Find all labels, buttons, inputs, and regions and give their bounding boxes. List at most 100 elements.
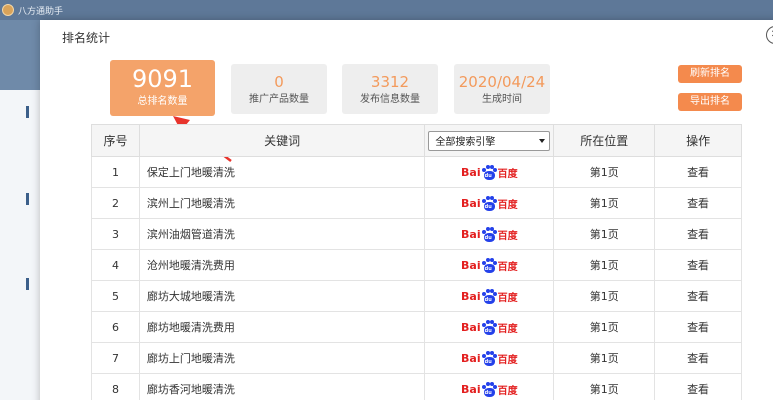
stat-published-info: 3312 发布信息数量 — [342, 64, 438, 114]
row-index: 3 — [91, 218, 140, 250]
baidu-logo-text: Bai — [461, 227, 481, 241]
baidu-paw-icon: du — [481, 257, 497, 273]
baidu-logo-text: Bai — [461, 165, 481, 179]
row-keyword: 保定上门地暖清洗 — [138, 156, 426, 188]
search-engine-select[interactable]: 全部搜索引擎 — [428, 130, 551, 151]
baidu-logo-cn: 百度 — [497, 292, 518, 304]
row-engine: Bai du 百度 — [424, 342, 555, 374]
stat-label: 推广产品数量 — [249, 94, 309, 105]
table-row: 6 廊坊地暖清洗费用 Bai du 百度 第1页 查看 — [91, 311, 742, 343]
row-index: 6 — [91, 311, 140, 343]
sidebar-marker — [26, 193, 29, 205]
baidu-paw-icon: du — [481, 195, 497, 211]
row-engine: Bai du 百度 — [424, 311, 555, 343]
header-index: 序号 — [91, 124, 140, 157]
row-view-link[interactable]: 查看 — [654, 187, 742, 219]
baidu-paw-text: du — [484, 296, 492, 303]
table-body: 1 保定上门地暖清洗 Bai du 百度 第1页 查看 2 滨州上门地暖清洗 B… — [91, 156, 742, 400]
baidu-logo-icon: Bai du 百度 — [461, 164, 518, 180]
app-title: 八方通助手 — [18, 6, 64, 17]
baidu-logo-icon: Bai du 百度 — [461, 195, 518, 211]
row-position: 第1页 — [553, 280, 656, 312]
ranking-table: 序号 关键词 全部搜索引擎 所在位置 操作 1 保定上门地暖清洗 Bai du … — [91, 124, 742, 400]
table-row: 4 沧州地暖清洗费用 Bai du 百度 第1页 查看 — [91, 249, 742, 281]
close-icon[interactable]: ✕ — [766, 26, 773, 44]
row-position: 第1页 — [553, 373, 656, 400]
baidu-paw-text: du — [484, 203, 492, 210]
table-row: 2 滨州上门地暖清洗 Bai du 百度 第1页 查看 — [91, 187, 742, 219]
baidu-paw-icon: du — [481, 288, 497, 304]
header-keyword: 关键词 — [138, 124, 426, 157]
row-position: 第1页 — [553, 311, 656, 343]
baidu-logo-cn: 百度 — [497, 385, 518, 397]
row-engine: Bai du 百度 — [424, 280, 555, 312]
stat-value: 3312 — [370, 73, 410, 91]
baidu-logo-icon: Bai du 百度 — [461, 381, 518, 397]
baidu-logo-icon: Bai du 百度 — [461, 257, 518, 273]
baidu-logo-text: Bai — [461, 351, 481, 365]
row-engine: Bai du 百度 — [424, 249, 555, 281]
app-sidebar — [0, 90, 40, 400]
baidu-logo-text: Bai — [461, 320, 481, 334]
chevron-down-icon — [539, 138, 546, 143]
row-view-link[interactable]: 查看 — [654, 280, 742, 312]
baidu-logo-text: Bai — [461, 382, 481, 396]
app-logo-icon — [2, 4, 14, 16]
baidu-paw-icon: du — [481, 164, 497, 180]
baidu-paw-icon: du — [481, 350, 497, 366]
ranking-stats-dialog: 排名统计 ✕ 9091 总排名数量 0 推广产品数量 3312 发布信息数量 2… — [40, 20, 773, 400]
row-keyword: 廊坊香河地暖清洗 — [138, 373, 426, 400]
row-view-link[interactable]: 查看 — [654, 373, 742, 400]
row-view-link[interactable]: 查看 — [654, 218, 742, 250]
baidu-paw-icon: du — [481, 381, 497, 397]
stat-value: 2020/04/24 — [458, 73, 546, 91]
stat-value: 0 — [274, 73, 284, 91]
baidu-logo-cn: 百度 — [497, 199, 518, 211]
baidu-logo-icon: Bai du 百度 — [461, 350, 518, 366]
stat-generated-time: 2020/04/24 生成时间 — [454, 64, 550, 114]
row-view-link[interactable]: 查看 — [654, 342, 742, 374]
baidu-logo-cn: 百度 — [497, 323, 518, 335]
refresh-ranking-button[interactable]: 刷新排名 — [678, 65, 742, 83]
row-view-link[interactable]: 查看 — [654, 249, 742, 281]
row-index: 2 — [91, 187, 140, 219]
row-index: 8 — [91, 373, 140, 400]
baidu-logo-cn: 百度 — [497, 261, 518, 273]
row-engine: Bai du 百度 — [424, 156, 555, 188]
baidu-paw-icon: du — [481, 319, 497, 335]
baidu-logo-text: Bai — [461, 258, 481, 272]
row-keyword: 滨州上门地暖清洗 — [138, 187, 426, 219]
baidu-logo-cn: 百度 — [497, 168, 518, 180]
row-index: 1 — [91, 156, 140, 188]
table-row: 8 廊坊香河地暖清洗 Bai du 百度 第1页 查看 — [91, 373, 742, 400]
row-keyword: 廊坊地暖清洗费用 — [138, 311, 426, 343]
row-view-link[interactable]: 查看 — [654, 311, 742, 343]
row-engine: Bai du 百度 — [424, 187, 555, 219]
row-keyword: 滨州油烟管道清洗 — [138, 218, 426, 250]
baidu-paw-text: du — [484, 327, 492, 334]
baidu-paw-text: du — [484, 265, 492, 272]
row-keyword: 沧州地暖清洗费用 — [138, 249, 426, 281]
baidu-logo-icon: Bai du 百度 — [461, 319, 518, 335]
stat-label: 发布信息数量 — [360, 94, 420, 105]
table-row: 1 保定上门地暖清洗 Bai du 百度 第1页 查看 — [91, 156, 742, 188]
row-engine: Bai du 百度 — [424, 218, 555, 250]
stat-label: 生成时间 — [482, 94, 522, 105]
baidu-logo-icon: Bai du 百度 — [461, 288, 518, 304]
row-index: 5 — [91, 280, 140, 312]
header-engine: 全部搜索引擎 — [424, 124, 555, 157]
row-view-link[interactable]: 查看 — [654, 156, 742, 188]
header-position: 所在位置 — [553, 124, 656, 157]
row-engine: Bai du 百度 — [424, 373, 555, 400]
table-row: 5 廊坊大城地暖清洗 Bai du 百度 第1页 查看 — [91, 280, 742, 312]
baidu-logo-text: Bai — [461, 289, 481, 303]
baidu-paw-text: du — [484, 358, 492, 365]
baidu-logo-icon: Bai du 百度 — [461, 226, 518, 242]
row-index: 4 — [91, 249, 140, 281]
baidu-paw-text: du — [484, 389, 492, 396]
row-keyword: 廊坊大城地暖清洗 — [138, 280, 426, 312]
table-header-row: 序号 关键词 全部搜索引擎 所在位置 操作 — [91, 124, 742, 157]
export-ranking-button[interactable]: 导出排名 — [678, 93, 742, 111]
baidu-logo-cn: 百度 — [497, 354, 518, 366]
sidebar-marker — [26, 278, 29, 290]
